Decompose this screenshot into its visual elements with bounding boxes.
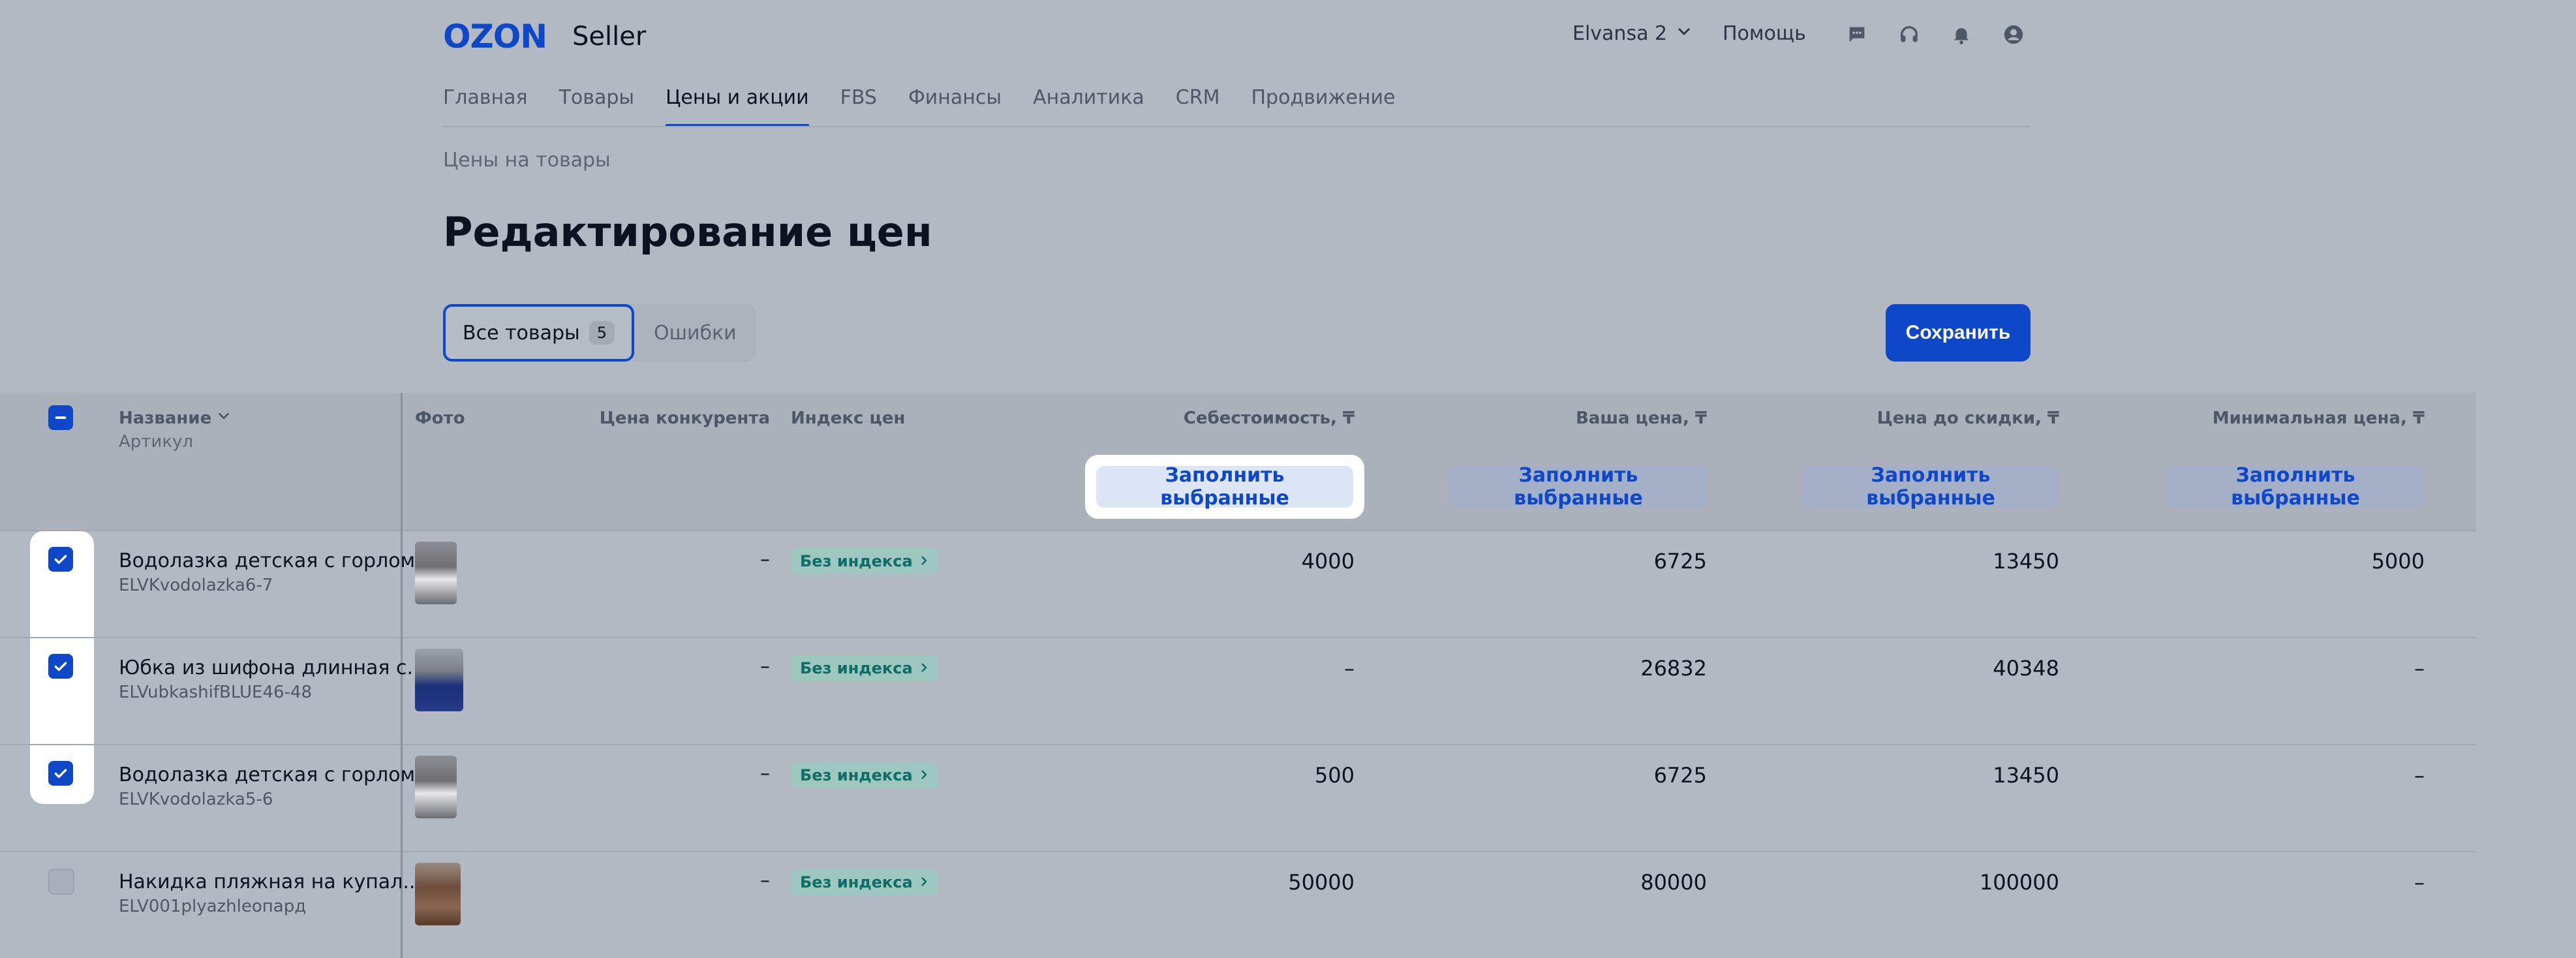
row-checkbox[interactable]	[48, 869, 74, 895]
your-price-value[interactable]: 6725	[1511, 762, 1707, 788]
column-cost: Себестоимость, ₸	[1183, 409, 1355, 428]
filter-tabs: Все товары 5 Ошибки	[443, 304, 756, 362]
competitor-price: –	[760, 869, 770, 892]
row-checkbox[interactable]	[48, 547, 73, 572]
competitor-price: –	[760, 762, 770, 785]
competitor-price: –	[760, 548, 770, 571]
account-name: Elvansa 2	[1572, 22, 1668, 45]
min-price-value[interactable]: 5000	[2229, 548, 2425, 574]
breadcrumb[interactable]: Цены на товары	[443, 147, 611, 174]
row-divider	[0, 744, 2476, 745]
product-name[interactable]: Накидка пляжная на купал...	[119, 869, 422, 895]
column-photo: Фото	[415, 409, 465, 428]
column-min-price: Минимальная цена, ₸	[2212, 409, 2425, 428]
row-divider	[0, 851, 2476, 852]
column-name-sort[interactable]: Название	[119, 407, 231, 429]
chevron-down-icon	[217, 407, 231, 429]
user-icon[interactable]	[2002, 23, 2025, 46]
ozon-logo[interactable]: OZON	[443, 17, 547, 56]
nav-item-promotion[interactable]: Продвижение	[1251, 84, 1395, 127]
chevron-right-icon	[918, 659, 930, 677]
product-photo[interactable]	[415, 863, 461, 925]
price-index-label: Без индекса	[800, 552, 913, 570]
competitor-price: –	[760, 655, 770, 678]
row-divider	[0, 637, 2476, 638]
before-discount-value[interactable]: 13450	[1863, 762, 2059, 788]
fill-selected-cost-button[interactable]: Заполнить выбранные	[1096, 464, 1353, 510]
chevron-right-icon	[918, 766, 930, 784]
chevron-right-icon	[918, 873, 930, 891]
before-discount-value[interactable]: 13450	[1863, 548, 2059, 574]
row-divider	[0, 530, 2476, 531]
chevron-right-icon	[918, 552, 930, 570]
before-discount-value[interactable]: 100000	[1863, 869, 2059, 895]
price-index-badge[interactable]: Без индекса	[791, 655, 939, 681]
column-your-price: Ваша цена, ₸	[1575, 409, 1707, 428]
your-price-value[interactable]: 80000	[1511, 869, 1707, 895]
price-index-badge[interactable]: Без индекса	[791, 762, 939, 788]
nav-item-main[interactable]: Главная	[443, 84, 528, 127]
nav-item-finance[interactable]: Финансы	[908, 84, 1002, 127]
row-checkbox[interactable]	[48, 654, 73, 679]
nav-divider	[443, 126, 2030, 127]
product-name[interactable]: Юбка из шифона длинная с...	[119, 655, 425, 681]
chat-icon[interactable]	[1846, 23, 1868, 46]
cost-value[interactable]: 4000	[1159, 548, 1355, 574]
price-index-label: Без индекса	[800, 873, 913, 891]
column-name: Название	[119, 409, 212, 428]
product-sku: ELVubkashifBLUE46-48	[119, 683, 313, 702]
tab-errors[interactable]: Ошибки	[634, 304, 756, 362]
column-price-before-discount: Цена до скидки, ₸	[1877, 409, 2059, 428]
your-price-value[interactable]: 26832	[1511, 655, 1707, 681]
min-price-value[interactable]: –	[2229, 869, 2425, 895]
main-nav: Главная Товары Цены и акции FBS Финансы …	[443, 84, 1426, 127]
chevron-down-icon	[1676, 21, 1692, 47]
tab-all-count: 5	[589, 321, 615, 345]
tab-all-products[interactable]: Все товары 5	[443, 304, 634, 362]
row-checkbox[interactable]	[48, 761, 73, 786]
product-sku: ELV001plyazhleопард	[119, 897, 307, 916]
fill-selected-your-price-button[interactable]: Заполнить выбранные	[1450, 464, 1707, 510]
headset-icon[interactable]	[1898, 23, 1920, 46]
column-price-index: Индекс цен	[791, 409, 906, 428]
tab-all-label: Все товары	[463, 321, 580, 345]
product-photo[interactable]	[415, 756, 457, 818]
nav-item-fbs[interactable]: FBS	[840, 84, 877, 127]
product-photo[interactable]	[415, 649, 463, 711]
select-all-checkbox[interactable]	[48, 405, 73, 430]
help-link[interactable]: Помощь	[1723, 21, 1806, 47]
price-index-badge[interactable]: Без индекса	[791, 869, 939, 895]
column-sku: Артикул	[119, 432, 194, 452]
column-competitor-price: Цена конкурента	[599, 409, 770, 428]
product-photo[interactable]	[415, 542, 457, 604]
nav-item-analytics[interactable]: Аналитика	[1033, 84, 1144, 127]
nav-item-products[interactable]: Товары	[559, 84, 634, 127]
price-index-label: Без индекса	[800, 659, 913, 677]
product-name[interactable]: Водолазка детская с горлом	[119, 762, 415, 788]
bell-icon[interactable]	[1950, 23, 1972, 46]
min-price-value[interactable]: –	[2229, 762, 2425, 788]
nav-item-crm[interactable]: CRM	[1176, 84, 1220, 127]
cost-value[interactable]: 50000	[1159, 869, 1355, 895]
product-name[interactable]: Водолазка детская с горлом	[119, 548, 415, 574]
cost-value[interactable]: –	[1159, 655, 1355, 681]
nav-item-prices[interactable]: Цены и акции	[666, 84, 809, 127]
your-price-value[interactable]: 6725	[1511, 548, 1707, 574]
account-switcher[interactable]: Elvansa 2	[1572, 21, 1692, 47]
product-sku: ELVKvodolazka6-7	[119, 576, 273, 595]
cost-value[interactable]: 500	[1159, 762, 1355, 788]
seller-logo-text: Seller	[572, 22, 647, 52]
price-index-label: Без индекса	[800, 766, 913, 784]
fill-selected-min-price-button[interactable]: Заполнить выбранные	[2166, 464, 2425, 510]
fill-selected-before-discount-button[interactable]: Заполнить выбранные	[1802, 464, 2059, 510]
min-price-value[interactable]: –	[2229, 655, 2425, 681]
before-discount-value[interactable]: 40348	[1863, 655, 2059, 681]
save-button[interactable]: Сохранить	[1886, 304, 2031, 362]
product-sku: ELVKvodolazka5-6	[119, 790, 273, 809]
page-title: Редактирование цен	[443, 208, 932, 256]
price-index-badge[interactable]: Без индекса	[791, 548, 939, 574]
